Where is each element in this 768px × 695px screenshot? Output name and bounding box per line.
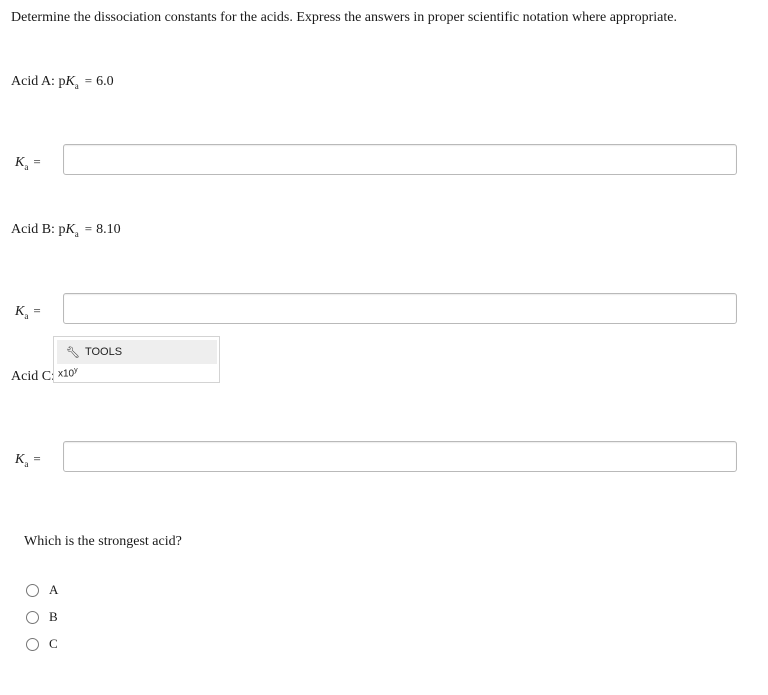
acid-a-equals: = [84, 73, 93, 88]
acid-b-k-sub: a [74, 228, 79, 239]
option-b-label: B [49, 609, 58, 624]
acid-b-label: Acid B: pKa = 8.10 [11, 221, 121, 239]
ka-c-equals: = [33, 451, 41, 466]
instructions-text: Determine the dissociation constants for… [11, 10, 677, 25]
ka-b-equals: = [33, 303, 41, 318]
tools-label: TOOLS [84, 346, 123, 358]
ka-c-label: Ka = [15, 451, 41, 469]
tools-popup: 🔧︎ TOOLS x10y [53, 336, 220, 383]
option-c[interactable]: C [26, 636, 58, 652]
acid-a-label: Acid A: pKa = 6.0 [11, 73, 114, 91]
option-b[interactable]: B [26, 609, 58, 625]
wrench-icon: 🔧︎ [66, 346, 80, 359]
ka-c-sub: a [24, 458, 29, 469]
ka-a-sub: a [24, 161, 29, 172]
ka-a-label: Ka = [15, 154, 41, 172]
acid-c-label: Acid C: [11, 369, 55, 384]
tools-button[interactable]: 🔧︎ TOOLS [57, 340, 217, 364]
acid-b-prefix: Acid B: p [11, 222, 66, 237]
acid-b-k-symbol: K [65, 222, 75, 237]
acid-b-equals: = [84, 221, 93, 236]
strongest-acid-question: Which is the strongest acid? [24, 534, 182, 549]
x10-base: x10 [58, 368, 75, 380]
acid-b-pka-value: 8.10 [96, 222, 121, 237]
option-a-label: A [49, 582, 59, 597]
ka-b-symbol: K [15, 304, 25, 319]
acid-a-k-symbol: K [65, 74, 75, 89]
ka-b-sub: a [24, 310, 29, 321]
option-c-radio[interactable] [26, 637, 39, 651]
x10-exponent-button[interactable]: x10y [58, 367, 78, 379]
option-c-label: C [49, 636, 58, 651]
ka-a-equals: = [33, 154, 41, 169]
option-b-radio[interactable] [26, 610, 39, 624]
option-a-radio[interactable] [26, 583, 39, 597]
acid-a-prefix: Acid A: p [11, 74, 66, 89]
ka-a-symbol: K [15, 155, 25, 170]
ka-c-symbol: K [15, 452, 25, 467]
acid-c-ka-input[interactable] [63, 441, 737, 472]
acid-a-k-sub: a [74, 80, 79, 91]
acid-b-ka-input[interactable] [63, 293, 737, 324]
option-a[interactable]: A [26, 582, 58, 598]
ka-b-label: Ka = [15, 303, 41, 321]
acid-a-ka-input[interactable] [63, 144, 737, 175]
x10-exponent: y [74, 367, 78, 374]
acid-a-pka-value: 6.0 [96, 74, 114, 89]
